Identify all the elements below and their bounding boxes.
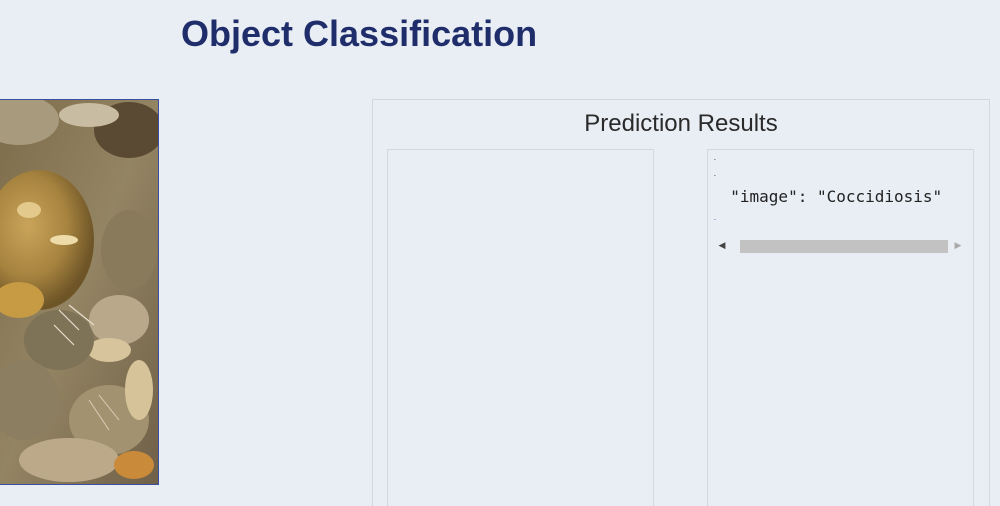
horizontal-scrollbar[interactable]: ◀ ▶ xyxy=(716,239,962,253)
results-left-pane xyxy=(387,149,654,506)
page-title: Object Classification xyxy=(181,13,538,54)
scroll-left-icon[interactable]: ◀ xyxy=(716,239,728,253)
json-image-line: "image": "Coccidiosis" xyxy=(711,187,943,206)
json-output-pane[interactable]: - - "image": "Coccidiosis" - ◀ ▶ xyxy=(707,149,974,506)
scroll-right-icon[interactable]: ▶ xyxy=(952,239,964,253)
json-open-brace: - xyxy=(713,156,717,163)
page: Object Classification Prediction Results… xyxy=(0,0,1000,506)
prediction-results-title: Prediction Results xyxy=(584,110,778,137)
prediction-results-panel: Prediction Results - - "image": "Coccidi… xyxy=(372,99,990,506)
uploaded-image-graphic xyxy=(0,100,158,484)
uploaded-image xyxy=(0,99,159,485)
json-key-marker: - xyxy=(713,172,717,179)
scroll-thumb[interactable] xyxy=(740,240,948,253)
json-close-brace: - xyxy=(713,216,717,223)
